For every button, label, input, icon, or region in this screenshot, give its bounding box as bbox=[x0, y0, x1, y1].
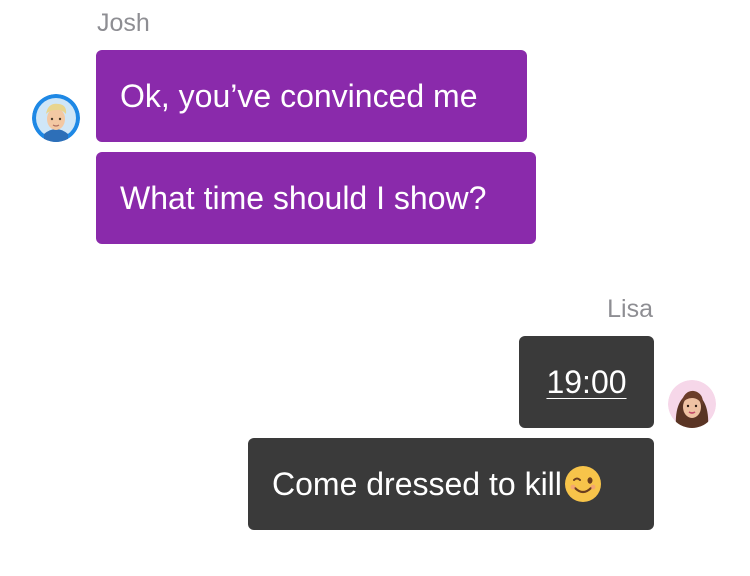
time-link[interactable]: 19:00 bbox=[546, 364, 626, 401]
avatar-lisa[interactable] bbox=[668, 380, 716, 428]
sender-name-lisa: Lisa bbox=[607, 295, 653, 323]
message-bubble-lisa[interactable]: Come dressed to kill bbox=[248, 438, 654, 530]
avatar-josh[interactable] bbox=[32, 94, 80, 142]
sender-name-josh: Josh bbox=[97, 9, 150, 37]
message-text: What time should I show? bbox=[120, 179, 487, 216]
message-bubble-lisa[interactable]: 19:00 bbox=[519, 336, 654, 428]
winking-face-icon bbox=[564, 465, 602, 503]
message-text: Come dressed to kill bbox=[272, 465, 562, 502]
message-bubble-josh[interactable]: What time should I show? bbox=[96, 152, 536, 244]
message-bubble-josh[interactable]: Ok, you’ve convinced me bbox=[96, 50, 527, 142]
message-text: Ok, you’ve convinced me bbox=[120, 77, 478, 114]
